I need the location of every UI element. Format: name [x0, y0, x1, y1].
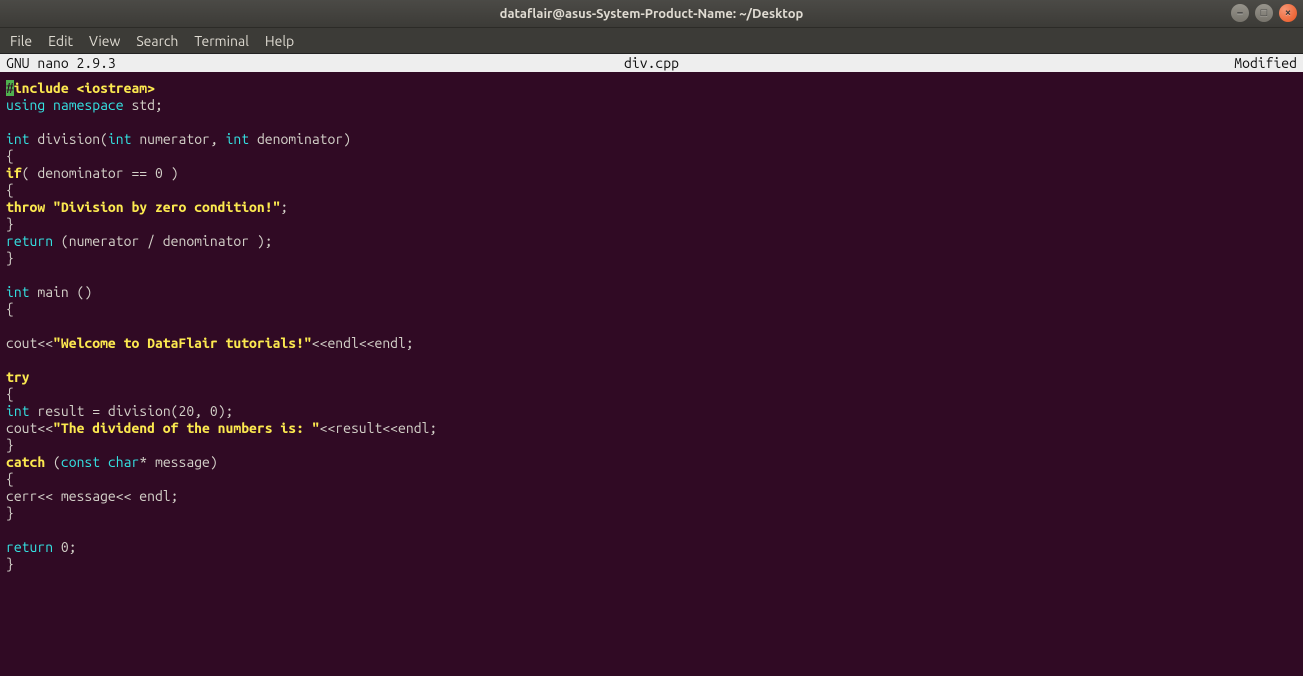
- nano-modified: Modified: [1234, 55, 1297, 71]
- close-icon[interactable]: ×: [1279, 4, 1297, 22]
- editor-area[interactable]: #include <iostream> using namespace std;…: [0, 72, 1303, 676]
- titlebar: dataflair@asus-System-Product-Name: ~/De…: [0, 0, 1303, 28]
- menu-terminal[interactable]: Terminal: [194, 33, 249, 49]
- window-controls: – □ ×: [1231, 4, 1297, 22]
- nano-filename: div.cpp: [624, 55, 679, 71]
- nano-statusbar: GNU nano 2.9.3 div.cpp Modified: [0, 54, 1303, 72]
- menu-search[interactable]: Search: [136, 33, 178, 49]
- menu-edit[interactable]: Edit: [48, 33, 73, 49]
- menu-file[interactable]: File: [10, 33, 32, 49]
- cursor: #: [6, 80, 14, 96]
- code[interactable]: #include <iostream> using namespace std;…: [6, 80, 1297, 573]
- minimize-icon[interactable]: –: [1231, 4, 1249, 22]
- nano-version: GNU nano 2.9.3: [6, 55, 116, 71]
- menu-view[interactable]: View: [89, 33, 120, 49]
- maximize-icon[interactable]: □: [1255, 4, 1273, 22]
- menu-help[interactable]: Help: [265, 33, 294, 49]
- menubar: File Edit View Search Terminal Help: [0, 28, 1303, 54]
- window-title: dataflair@asus-System-Product-Name: ~/De…: [500, 7, 804, 21]
